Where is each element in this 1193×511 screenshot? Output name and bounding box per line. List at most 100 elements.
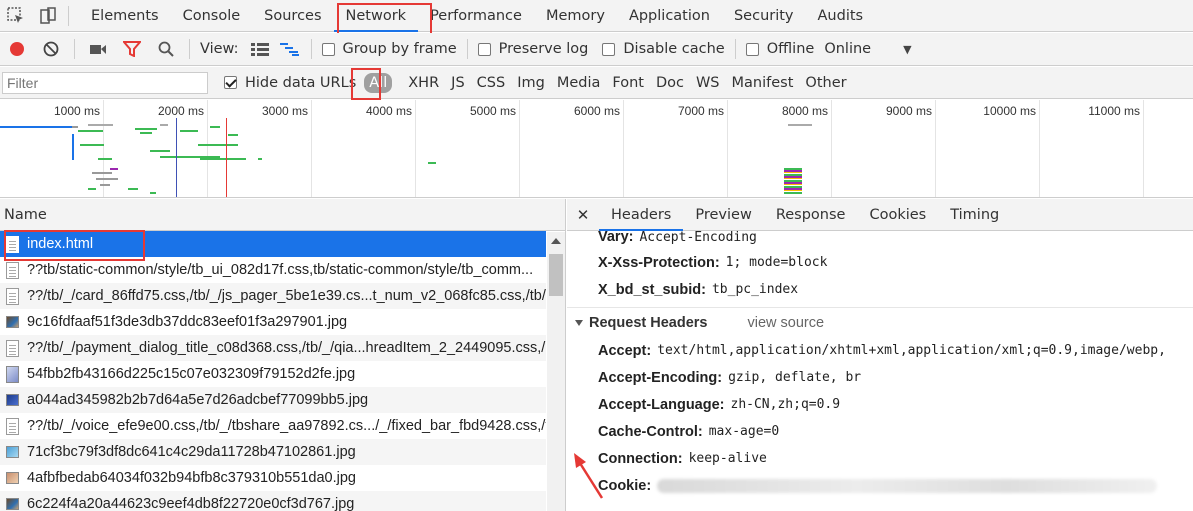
name-column-header[interactable]: Name (0, 199, 565, 231)
tab-cookies[interactable]: Cookies (857, 199, 938, 231)
tab-audits[interactable]: Audits (806, 0, 876, 32)
throttling-select[interactable]: Online (824, 41, 871, 57)
request-row[interactable]: 4afbfbedab64034f032b94bfb8c379310b551da0… (0, 465, 546, 491)
request-row[interactable]: 54fbb2fb43166d225c15c07e032309f79152d2fe… (0, 361, 546, 387)
details-tabbar: ✕ Headers Preview Response Cookies Timin… (567, 199, 1193, 231)
large-rows-icon[interactable] (245, 33, 275, 66)
request-row[interactable]: ??/tb/_/voice_efe9e00.css,/tb/_/tbshare_… (0, 413, 546, 439)
preserve-log-checkbox[interactable] (477, 42, 491, 56)
filter-type-media[interactable]: Media (551, 75, 607, 91)
header-value: gzip, deflate, br (728, 370, 862, 385)
request-row[interactable]: ??/tb/_/payment_dialog_title_c08d368.css… (0, 335, 546, 361)
network-overview-timeline[interactable]: 1000 ms 2000 ms 3000 ms 4000 ms 5000 ms … (0, 100, 1193, 198)
tab-network[interactable]: Network (333, 0, 419, 32)
chevron-down-icon[interactable]: ▼ (903, 43, 911, 56)
preserve-log-label: Preserve log (498, 41, 589, 57)
tab-elements[interactable]: Elements (79, 0, 171, 32)
request-name: 4afbfbedab64034f032b94bfb8c379310b551da0… (27, 470, 356, 486)
tab-memory[interactable]: Memory (534, 0, 617, 32)
tab-preview[interactable]: Preview (683, 199, 763, 231)
header-name: Accept-Encoding: (598, 369, 723, 386)
tab-application[interactable]: Application (617, 0, 722, 32)
tab-console[interactable]: Console (171, 0, 253, 32)
request-name: ??/tb/_/voice_efe9e00.css,/tb/_/tbshare_… (27, 418, 546, 434)
request-row[interactable]: a044ad345982b2b7d64a5e7d26adcbef77099bb5… (0, 387, 546, 413)
search-icon[interactable] (149, 33, 183, 66)
toolbar-separator (734, 39, 736, 59)
filter-icon[interactable] (115, 33, 149, 66)
requests-panel: Name index.html ??tb/static-common/style… (0, 199, 566, 511)
request-name: ??/tb/_/card_86ffd75.css,/tb/_/js_pager_… (27, 288, 546, 304)
document-file-icon (6, 417, 19, 435)
inspect-element-icon[interactable] (0, 0, 32, 32)
waterfall-icon[interactable] (275, 33, 305, 66)
request-row[interactable]: 9c16fdfaaf51f3de3db37ddc83eef01f3a297901… (0, 309, 546, 335)
tab-timing[interactable]: Timing (938, 199, 1011, 231)
network-toolbar: View: Group by frame Preserve log Disabl… (0, 33, 1193, 66)
tab-performance[interactable]: Performance (418, 0, 534, 32)
request-name: 6c224f4a20a44623c9eef4db8f22720e0cf3d767… (27, 496, 355, 511)
header-name: Accept: (598, 342, 652, 359)
view-source-link[interactable]: view source (747, 315, 824, 331)
filter-type-ws[interactable]: WS (690, 75, 726, 91)
overview-tick-label: 5000 ms (469, 104, 516, 118)
device-toolbar-icon[interactable] (32, 0, 64, 32)
filter-type-manifest[interactable]: Manifest (726, 75, 800, 91)
filter-type-css[interactable]: CSS (471, 75, 512, 91)
filter-input[interactable] (2, 71, 208, 94)
overview-request-bar (128, 188, 138, 190)
image-thumbnail-icon (6, 394, 19, 406)
tabbar-separator (68, 5, 69, 26)
triangle-down-icon[interactable] (575, 319, 583, 326)
disable-cache-checkbox[interactable] (602, 42, 616, 56)
group-by-frame-checkbox[interactable] (321, 42, 335, 56)
overview-request-bar (784, 168, 802, 194)
requests-scrollbar[interactable] (547, 232, 565, 511)
annotation-arrow-icon (574, 453, 604, 499)
request-name: 9c16fdfaaf51f3de3db37ddc83eef01f3a297901… (27, 314, 348, 330)
filter-type-font[interactable]: Font (606, 75, 650, 91)
overview-request-bar (140, 132, 152, 134)
request-row[interactable]: 6c224f4a20a44623c9eef4db8f22720e0cf3d767… (0, 491, 546, 511)
overview-grid-line (623, 100, 624, 197)
header-name: X-Xss-Protection: (598, 254, 720, 271)
close-icon[interactable]: ✕ (567, 206, 599, 224)
tab-response[interactable]: Response (764, 199, 858, 231)
overview-tick-label: 4000 ms (365, 104, 412, 118)
response-header-row: X_bd_st_subid: tb_pc_index (567, 276, 1193, 303)
filter-type-doc[interactable]: Doc (650, 75, 690, 91)
tab-security[interactable]: Security (722, 0, 806, 32)
scroll-up-icon[interactable] (551, 238, 561, 244)
overview-request-bar (200, 158, 246, 160)
view-label: View: (200, 41, 239, 57)
request-headers-section[interactable]: Request Headers view source (567, 307, 1193, 337)
overview-request-bar (78, 130, 103, 132)
request-row[interactable]: 71cf3bc79f3df8dc641c4c29da11728b47102861… (0, 439, 546, 465)
overview-request-bar (150, 192, 156, 194)
overview-grid-line (519, 100, 520, 197)
filter-type-all[interactable]: All (364, 72, 393, 93)
request-row[interactable]: index.html (0, 231, 546, 257)
overview-request-bar (228, 134, 238, 136)
scrollbar-thumb[interactable] (549, 254, 563, 296)
request-header-row: Cookie: (567, 472, 1193, 499)
overview-request-bar (135, 128, 157, 130)
clear-icon[interactable] (34, 33, 68, 66)
request-row[interactable]: ??tb/static-common/style/tb_ui_082d17f.c… (0, 257, 546, 283)
hide-data-urls-checkbox[interactable] (224, 76, 237, 89)
request-details-panel: ✕ Headers Preview Response Cookies Timin… (567, 199, 1193, 511)
overview-grid-line (311, 100, 312, 197)
filter-type-img[interactable]: Img (511, 75, 551, 91)
filter-type-js[interactable]: JS (445, 75, 470, 91)
tab-sources[interactable]: Sources (252, 0, 333, 32)
offline-checkbox[interactable] (745, 42, 759, 56)
filter-type-other[interactable]: Other (799, 75, 852, 91)
video-camera-icon[interactable] (81, 33, 115, 66)
request-row[interactable]: ??/tb/_/card_86ffd75.css,/tb/_/js_pager_… (0, 283, 546, 309)
request-header-row: Accept: text/html,application/xhtml+xml,… (567, 337, 1193, 364)
filter-type-xhr[interactable]: XHR (402, 75, 445, 91)
header-name: Accept-Language: (598, 396, 725, 413)
header-value: max-age=0 (708, 424, 780, 439)
tab-headers[interactable]: Headers (599, 199, 684, 231)
record-icon[interactable] (0, 33, 34, 66)
